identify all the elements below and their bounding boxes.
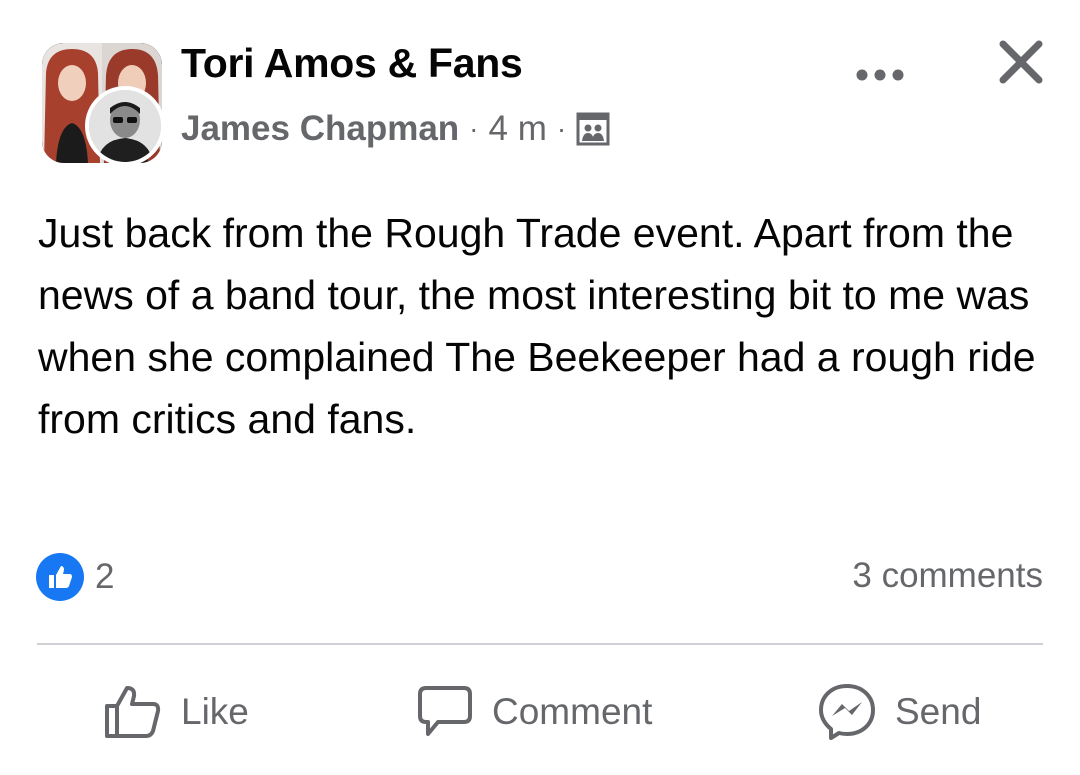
post-card: Tori Amos & Fans James Chapman · 4 m · J… xyxy=(0,0,1080,760)
group-audience-icon xyxy=(576,112,610,146)
divider xyxy=(37,643,1043,645)
like-button[interactable]: Like xyxy=(103,676,249,748)
post-timestamp[interactable]: 4 m xyxy=(489,109,547,149)
author-name-link[interactable]: James Chapman xyxy=(181,109,459,149)
comment-button[interactable]: Comment xyxy=(416,676,652,748)
reactions-summary[interactable]: 2 xyxy=(36,553,114,601)
group-name-link[interactable]: Tori Amos & Fans xyxy=(181,40,523,87)
close-icon xyxy=(999,40,1043,84)
like-icon xyxy=(36,553,84,601)
meta-separator: · xyxy=(556,113,567,144)
messenger-icon xyxy=(819,684,875,740)
reaction-count: 2 xyxy=(95,557,115,596)
user-avatar xyxy=(85,86,165,166)
close-button[interactable] xyxy=(994,35,1048,89)
action-bar: Like Comment Send xyxy=(0,676,1080,748)
comment-bubble-icon xyxy=(418,686,472,736)
post-avatars[interactable] xyxy=(42,43,165,166)
send-button[interactable]: Send xyxy=(817,676,981,748)
comments-count-link[interactable]: 3 comments xyxy=(852,556,1043,596)
meta-separator: · xyxy=(469,113,479,144)
post-body-text: Just back from the Rough Trade event. Ap… xyxy=(38,210,1036,442)
send-label: Send xyxy=(895,691,982,732)
post-meta: James Chapman · 4 m · xyxy=(181,107,610,151)
thumbs-up-icon xyxy=(105,686,161,738)
comment-label: Comment xyxy=(492,691,653,732)
like-label: Like xyxy=(181,691,249,732)
more-dots-icon xyxy=(856,69,904,81)
more-options-button[interactable] xyxy=(852,55,908,95)
